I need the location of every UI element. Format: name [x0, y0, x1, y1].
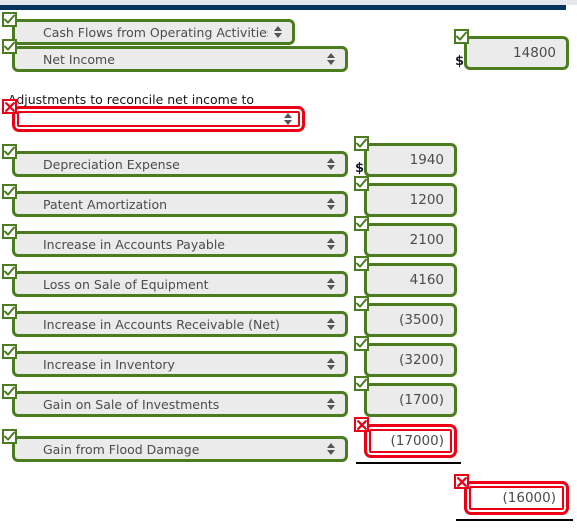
row-label-status-badge [2, 304, 17, 319]
row-label-select-wrapper[interactable]: Increase in Inventory [12, 351, 348, 377]
row-amount-status-badge [354, 136, 369, 151]
row-label-status-badge [2, 99, 17, 114]
row-amount-wrapper[interactable]: (3200) [364, 343, 457, 377]
row-label-select-wrapper[interactable] [12, 106, 305, 132]
currency-symbol: $ [455, 54, 465, 69]
row-label-status-badge [2, 429, 17, 444]
spinner-arrows-icon [321, 158, 341, 170]
currency-symbol: $ [355, 161, 365, 176]
spinner-arrows-icon [321, 198, 341, 210]
row-amount-input[interactable]: 1200 [364, 183, 457, 217]
section-select[interactable]: Cash Flows from Operating Activities [12, 19, 295, 45]
total-rule [456, 519, 573, 521]
section-status-badge [2, 12, 17, 27]
row-label-select-value: Depreciation Expense [43, 156, 180, 172]
row-label-select-value: Gain on Sale of Investments [43, 396, 220, 412]
row-amount-wrapper[interactable]: 14800 [464, 36, 569, 70]
row-amount-input[interactable]: (1700) [364, 383, 457, 417]
row-amount-status-badge [354, 256, 369, 271]
row-label-select[interactable]: Loss on Sale of Equipment [12, 271, 348, 297]
row-label-select[interactable]: Increase in Accounts Receivable (Net) [12, 311, 348, 337]
row-label-select[interactable]: Patent Amortization [12, 191, 348, 217]
row-amount-status-badge [354, 336, 369, 351]
row-amount-status-badge [454, 29, 469, 44]
row-amount-wrapper[interactable]: 2100 [364, 223, 457, 257]
row-label-select[interactable]: Depreciation Expense [12, 151, 348, 177]
row-label-select-value: Gain from Flood Damage [43, 441, 200, 457]
section-select-label: Cash Flows from Operating Activities [43, 24, 268, 40]
row-amount-input[interactable]: 1940 [364, 143, 457, 177]
adjustments-caption: Adjustments to reconcile net income to [8, 92, 255, 107]
row-label-select[interactable]: Increase in Accounts Payable [12, 231, 348, 257]
section-select-wrapper[interactable]: Cash Flows from Operating Activities [12, 19, 295, 45]
row-amount-input[interactable]: 14800 [464, 36, 569, 70]
row-label-select-wrapper[interactable]: Increase in Accounts Payable [12, 231, 348, 257]
row-label-select-wrapper[interactable]: Net Income [12, 46, 348, 72]
row-amount-input[interactable]: (17000) [364, 424, 457, 458]
row-label-select[interactable]: Gain from Flood Damage [12, 436, 348, 462]
spinner-arrows-icon [321, 53, 341, 65]
row-label-status-badge [2, 144, 17, 159]
row-amount-wrapper[interactable]: (1700) [364, 383, 457, 417]
row-amount-status-badge [354, 176, 369, 191]
row-label-select-wrapper[interactable]: Depreciation Expense [12, 151, 348, 177]
row-amount-wrapper[interactable]: (3500) [364, 303, 457, 337]
row-label-status-badge [2, 224, 17, 239]
subtotal-rule [356, 462, 461, 464]
row-amount-input[interactable]: 2100 [364, 223, 457, 257]
total-amount-input[interactable]: (16000) [464, 481, 569, 515]
row-label-select-value: Loss on Sale of Equipment [43, 276, 209, 292]
row-label-status-badge [2, 184, 17, 199]
row-label-select-value: Increase in Inventory [43, 356, 175, 372]
row-amount-input[interactable]: 4160 [364, 263, 457, 297]
row-label-status-badge [2, 39, 17, 54]
cash-flow-statement-form: Cash Flows from Operating Activities Net … [0, 10, 577, 530]
row-amount-wrapper[interactable]: 1940 [364, 143, 457, 177]
row-amount-input[interactable]: (3500) [364, 303, 457, 337]
total-status-badge [454, 474, 469, 489]
spinner-arrows-icon [321, 443, 341, 455]
row-label-select-wrapper[interactable]: Patent Amortization [12, 191, 348, 217]
row-label-select-wrapper[interactable]: Increase in Accounts Receivable (Net) [12, 311, 348, 337]
row-amount-wrapper[interactable]: 4160 [364, 263, 457, 297]
row-amount-status-badge [354, 417, 369, 432]
row-amount-status-badge [354, 296, 369, 311]
spinner-arrows-icon [321, 358, 341, 370]
row-amount-wrapper[interactable]: 1200 [364, 183, 457, 217]
spinner-arrows-icon [321, 238, 341, 250]
row-label-select-wrapper[interactable]: Gain from Flood Damage [12, 436, 348, 462]
row-label-status-badge [2, 344, 17, 359]
row-amount-status-badge [354, 216, 369, 231]
row-label-status-badge [2, 264, 17, 279]
row-amount-wrapper[interactable]: (17000) [364, 424, 457, 458]
row-amount-input[interactable]: (3200) [364, 343, 457, 377]
row-amount-status-badge [354, 376, 369, 391]
spinner-arrows-icon [321, 278, 341, 290]
row-label-select[interactable]: Gain on Sale of Investments [12, 391, 348, 417]
spinner-arrows-icon [268, 26, 288, 38]
row-label-select-value: Increase in Accounts Payable [43, 236, 225, 252]
row-label-select-wrapper[interactable]: Loss on Sale of Equipment [12, 271, 348, 297]
total-amount-wrapper[interactable]: (16000) [464, 481, 569, 515]
row-label-select-wrapper[interactable]: Gain on Sale of Investments [12, 391, 348, 417]
row-label-status-badge [2, 384, 17, 399]
spinner-arrows-icon [278, 113, 298, 125]
row-label-select-value: Net Income [43, 51, 115, 67]
row-label-select[interactable]: Increase in Inventory [12, 351, 348, 377]
row-label-select-value: Increase in Accounts Receivable (Net) [43, 316, 280, 332]
spinner-arrows-icon [321, 398, 341, 410]
spinner-arrows-icon [321, 318, 341, 330]
row-label-select[interactable] [12, 106, 305, 132]
row-label-select-value: Patent Amortization [43, 196, 168, 212]
row-label-select[interactable]: Net Income [12, 46, 348, 72]
